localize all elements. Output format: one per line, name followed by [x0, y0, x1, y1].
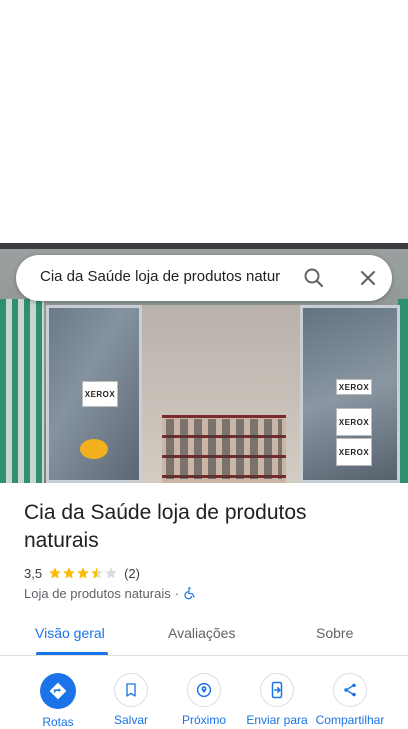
search-button[interactable]	[300, 264, 328, 292]
storefront-green-grille	[0, 299, 44, 483]
nearby-button[interactable]: Próximo	[167, 673, 241, 727]
search-icon	[304, 268, 324, 288]
xerox-sign: XEROX	[82, 381, 118, 407]
place-info-card: Cia da Saúde loja de produtos naturais 3…	[0, 483, 408, 729]
share-button[interactable]: Compartilhar	[313, 673, 387, 727]
save-label: Salvar	[113, 713, 148, 727]
bookmark-icon	[126, 683, 136, 697]
send-to-phone-circle	[260, 673, 294, 707]
save-button[interactable]: Salvar	[94, 673, 168, 727]
nearby-icon	[196, 682, 212, 698]
promo-sticker	[80, 439, 108, 459]
search-input[interactable]: Cia da Saúde loja de produtos natur	[40, 268, 296, 290]
xerox-sign: XEROX	[336, 408, 372, 436]
tab-reviews[interactable]: Avaliações	[168, 625, 235, 641]
directions-icon	[49, 682, 67, 700]
review-count: (2)	[124, 565, 140, 581]
separator: ·	[174, 585, 180, 601]
search-bar[interactable]: Cia da Saúde loja de produtos natur	[16, 255, 392, 301]
nearby-circle	[187, 673, 221, 707]
place-category: Loja de produtos naturais	[24, 585, 171, 601]
star-icon	[63, 567, 75, 579]
close-icon	[361, 271, 375, 285]
xerox-sign: XEROX	[336, 438, 372, 466]
rating-row[interactable]: 3,5 (2)	[24, 564, 140, 582]
half-star-icon	[91, 567, 103, 579]
star-rating	[48, 566, 118, 580]
active-tab-indicator	[36, 652, 108, 655]
xerox-sign: XEROX	[336, 379, 372, 395]
nearby-label: Próximo	[181, 713, 226, 727]
place-title: Cia da Saúde loja de produtos naturais	[24, 501, 307, 552]
empty-star-icon	[105, 567, 117, 579]
save-circle	[114, 673, 148, 707]
share-label: Compartilhar	[315, 713, 385, 727]
share-circle	[333, 673, 367, 707]
category-row: Loja de produtos naturais ·	[24, 584, 197, 602]
star-icon	[49, 567, 61, 579]
star-icon	[77, 567, 89, 579]
share-icon	[344, 683, 356, 697]
directions-label: Rotas	[42, 715, 74, 729]
directions-circle	[40, 673, 76, 709]
map-blank-area	[0, 0, 408, 243]
wheelchair-accessible-icon	[184, 587, 195, 600]
send-to-phone-label: Enviar para	[246, 713, 308, 727]
tab-about[interactable]: Sobre	[316, 625, 353, 641]
action-bar: Rotas Salvar Próximo Enviar para Compart…	[0, 669, 408, 729]
close-button[interactable]	[354, 264, 382, 292]
directions-button[interactable]: Rotas	[21, 673, 95, 729]
rating-value: 3,5	[24, 565, 43, 581]
send-to-phone-icon	[271, 681, 283, 699]
tab-overview[interactable]: Visão geral	[35, 625, 105, 641]
send-to-phone-button[interactable]: Enviar para	[240, 673, 314, 727]
tab-bar: Visão geral Avaliações Sobre	[0, 613, 408, 656]
shelf-products	[166, 419, 282, 479]
